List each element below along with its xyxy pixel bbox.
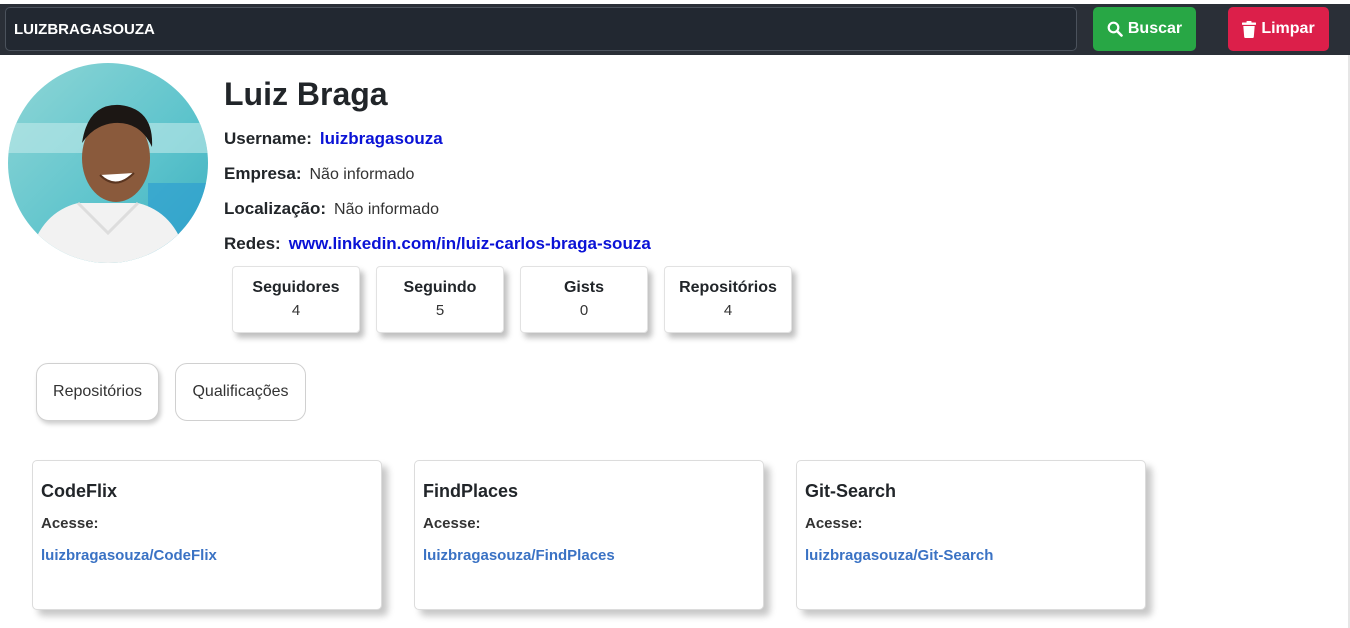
networks-label: Redes: bbox=[224, 234, 281, 253]
repo-card: CodeFlix Acesse: luizbragasouza/CodeFlix bbox=[32, 460, 382, 610]
stat-value: 0 bbox=[579, 302, 589, 319]
networks-row: Redes: www.linkedin.com/in/luiz-carlos-br… bbox=[224, 234, 651, 254]
repo-card: Git-Search Acesse: luizbragasouza/Git-Se… bbox=[796, 460, 1146, 610]
repo-link[interactable]: luizbragasouza/FindPlaces bbox=[423, 547, 615, 564]
stat-following: Seguindo 5 bbox=[376, 266, 504, 333]
tab-qualifications[interactable]: Qualificações bbox=[175, 363, 306, 421]
clear-button[interactable]: Limpar bbox=[1228, 7, 1329, 51]
stat-label: Repositórios bbox=[679, 279, 777, 296]
company-value: Não informado bbox=[309, 166, 415, 183]
tab-repositories[interactable]: Repositórios bbox=[36, 363, 159, 421]
repo-title: Git-Search bbox=[805, 481, 897, 501]
linkedin-link[interactable]: www.linkedin.com/in/luiz-carlos-braga-so… bbox=[289, 234, 651, 253]
search-button-label: Buscar bbox=[1127, 20, 1183, 37]
search-input[interactable] bbox=[5, 7, 1077, 51]
stat-value: 4 bbox=[291, 302, 301, 319]
repo-access-label: Acesse: bbox=[805, 515, 863, 532]
company-row: Empresa: Não informado bbox=[224, 164, 414, 184]
trash-icon bbox=[1242, 20, 1257, 38]
repo-card: FindPlaces Acesse: luizbragasouza/FindPl… bbox=[414, 460, 764, 610]
repo-access-label: Acesse: bbox=[41, 515, 99, 532]
stat-value: 5 bbox=[435, 302, 445, 319]
location-value: Não informado bbox=[334, 201, 439, 218]
stat-repositories: Repositórios 4 bbox=[664, 266, 792, 333]
username-link[interactable]: luizbragasouza bbox=[320, 129, 443, 148]
username-label: Username: bbox=[224, 129, 312, 148]
company-label: Empresa: bbox=[224, 164, 302, 183]
repo-access-label: Acesse: bbox=[423, 515, 481, 532]
location-label: Localização: bbox=[224, 199, 327, 218]
stat-label: Seguindo bbox=[403, 279, 477, 296]
username-row: Username: luizbragasouza bbox=[224, 129, 443, 149]
stat-label: Gists bbox=[563, 279, 604, 296]
repo-title: FindPlaces bbox=[423, 481, 519, 501]
profile-name: Luiz Braga bbox=[224, 76, 388, 112]
avatar bbox=[8, 63, 208, 263]
top-bar: Buscar Limpar bbox=[0, 0, 1350, 55]
stat-gists: Gists 0 bbox=[520, 266, 648, 333]
stat-label: Seguidores bbox=[252, 279, 340, 296]
repo-title: CodeFlix bbox=[41, 481, 118, 501]
search-icon bbox=[1107, 21, 1123, 37]
clear-button-label: Limpar bbox=[1261, 20, 1315, 37]
stat-followers: Seguidores 4 bbox=[232, 266, 360, 333]
repo-link[interactable]: luizbragasouza/Git-Search bbox=[805, 547, 993, 564]
stat-value: 4 bbox=[723, 302, 733, 319]
location-row: Localização: Não informado bbox=[224, 199, 439, 219]
search-button[interactable]: Buscar bbox=[1093, 7, 1196, 51]
repo-link[interactable]: luizbragasouza/CodeFlix bbox=[41, 547, 217, 564]
